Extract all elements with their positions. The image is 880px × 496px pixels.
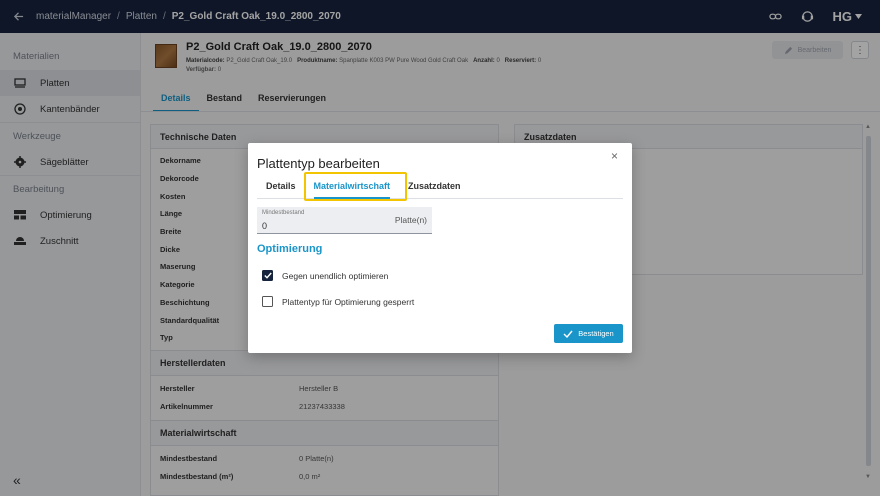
close-icon[interactable]: × — [611, 149, 618, 163]
edit-board-type-dialog: Plattentyp bearbeiten × Details Material… — [248, 143, 632, 353]
check-icon — [563, 330, 573, 338]
optimize-infinite-option[interactable]: Gegen unendlich optimieren — [262, 270, 388, 281]
dialog-tab-label: Zusatzdaten — [408, 181, 461, 191]
dialog-tab-zusatzdaten[interactable]: Zusatzdaten — [399, 175, 470, 199]
confirm-button-label: Bestätigen — [578, 329, 614, 338]
dialog-title: Plattentyp bearbeiten — [257, 156, 380, 171]
min-stock-unit: Platte(n) — [394, 215, 427, 225]
locked-for-optimization-label: Plattentyp für Optimierung gesperrt — [282, 296, 415, 307]
min-stock-field[interactable]: Mindestbestand 0 Platte(n) — [257, 207, 432, 234]
confirm-button[interactable]: Bestätigen — [554, 324, 623, 343]
optimize-infinite-label: Gegen unendlich optimieren — [282, 270, 389, 281]
optimization-title: Optimierung — [257, 243, 323, 255]
min-stock-value[interactable]: 0 — [262, 221, 267, 231]
min-stock-label: Mindestbestand — [262, 210, 305, 216]
locked-for-optimization-checkbox[interactable] — [262, 296, 273, 307]
locked-for-optimization-option[interactable]: Plattentyp für Optimierung gesperrt — [262, 296, 414, 307]
optimize-infinite-checkbox[interactable] — [262, 270, 273, 281]
dialog-tab-label: Details — [266, 181, 296, 191]
dialog-tab-details[interactable]: Details — [257, 175, 305, 199]
tab-highlight-box — [304, 172, 407, 201]
checkmark-icon — [263, 272, 272, 279]
